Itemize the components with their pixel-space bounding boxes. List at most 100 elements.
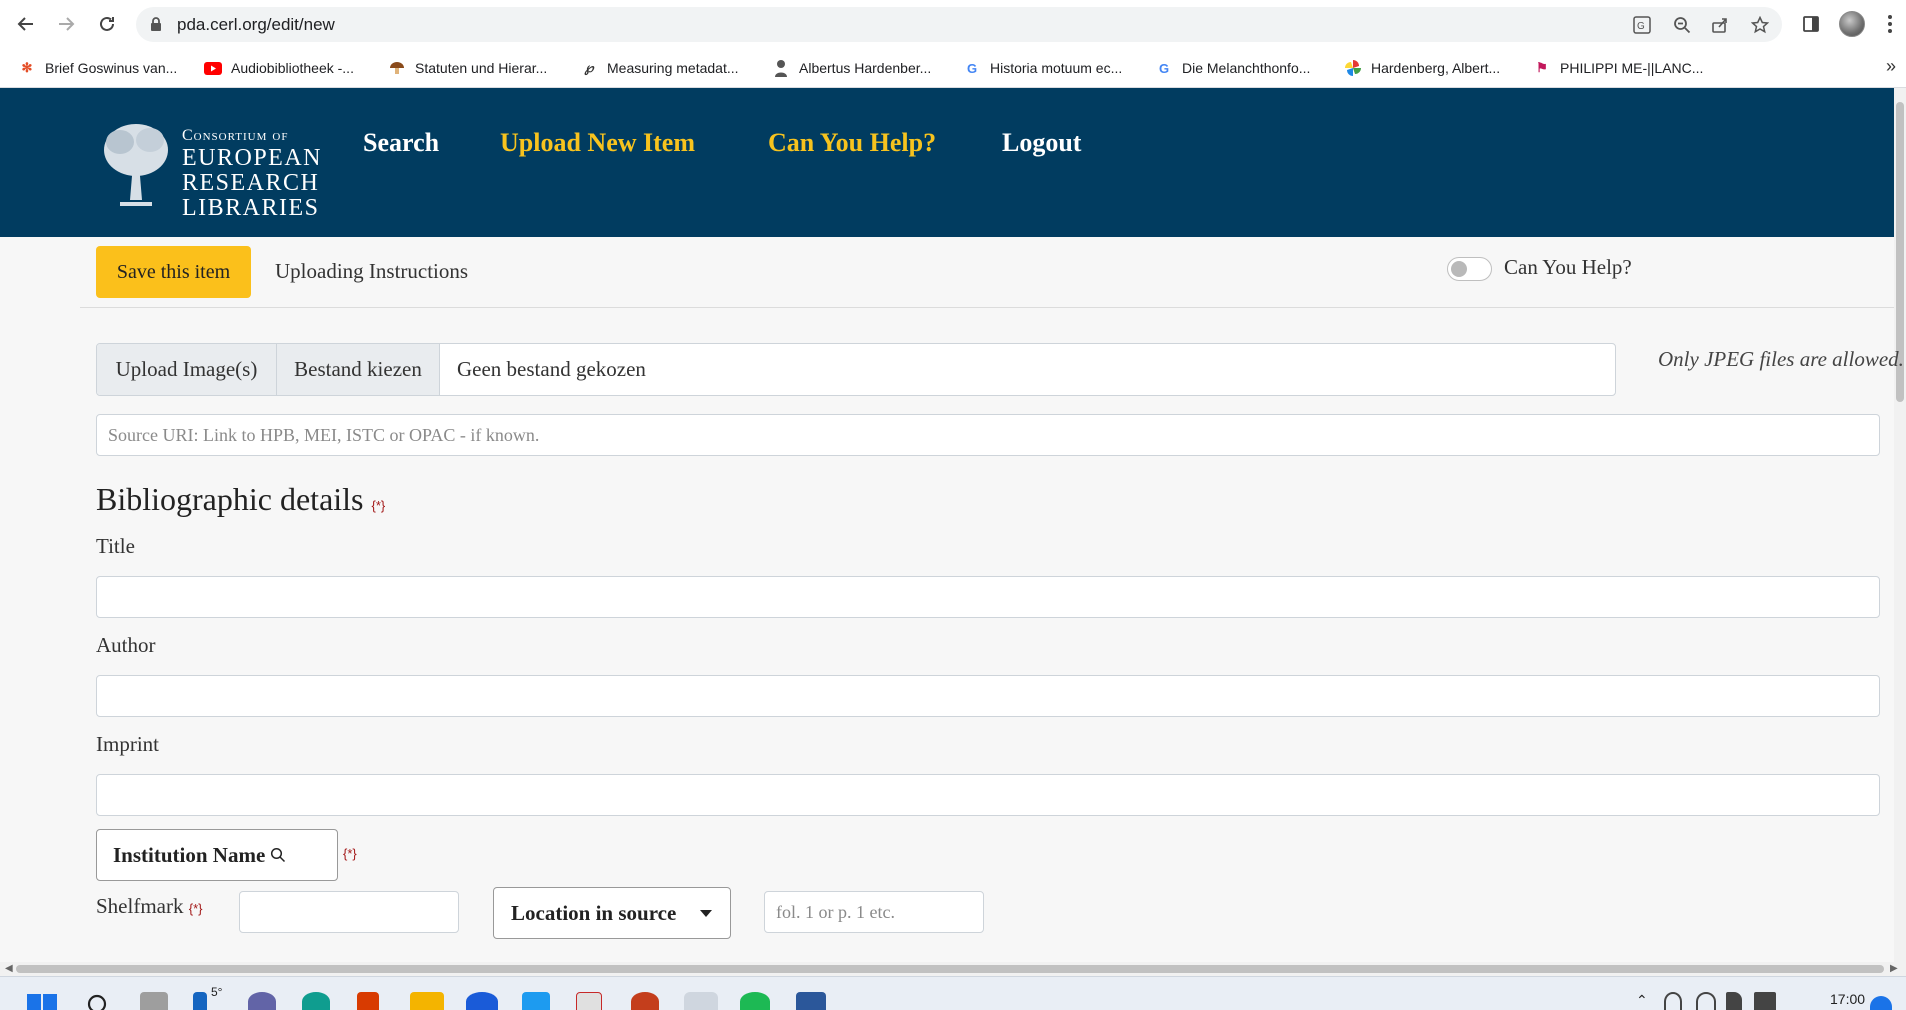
temperature: 5° — [211, 985, 223, 999]
bookmark-item[interactable]: ⚑ PHILIPPI ME-||LANC... — [1533, 58, 1703, 78]
bibliographic-details-heading: Bibliographic details {*} — [96, 481, 386, 517]
required-marker: {*} — [371, 498, 386, 513]
google-icon: G — [966, 60, 978, 76]
can-you-help-label: Can You Help? — [1504, 255, 1632, 279]
scroll-right-icon[interactable]: ▶ — [1890, 963, 1898, 974]
nav-logout[interactable]: Logout — [1002, 128, 1081, 158]
share-icon[interactable] — [1709, 15, 1731, 35]
reload-button[interactable] — [93, 10, 121, 38]
scroll-left-icon[interactable]: ◀ — [5, 963, 13, 974]
wifi-icon[interactable] — [1696, 992, 1716, 1010]
portrait-icon — [772, 59, 790, 77]
youtube-icon — [204, 59, 222, 77]
location-in-source-dropdown[interactable]: Location in source — [493, 887, 731, 939]
nav-upload-new-item[interactable]: Upload New Item — [500, 128, 695, 158]
snipping-tool-icon[interactable] — [576, 992, 602, 1010]
logo-wordmark: Consortium of EUROPEAN RESEARCH LIBRARIE… — [182, 127, 323, 221]
twitter-icon[interactable] — [522, 992, 550, 1010]
zoom-icon[interactable] — [466, 992, 498, 1010]
star-icon[interactable] — [1749, 15, 1771, 35]
bookmark-item[interactable]: Hardenberg, Albert... — [1344, 58, 1500, 78]
ribbon-icon: ⚑ — [1536, 60, 1548, 75]
source-uri-input[interactable] — [96, 414, 1880, 456]
bookmarks-overflow-button[interactable]: » — [1886, 56, 1896, 77]
required-marker: {*} — [343, 846, 357, 861]
powerpoint-icon[interactable] — [631, 992, 659, 1010]
nav-can-you-help[interactable]: Can You Help? — [768, 128, 936, 158]
edit-form: Save this item Uploading Instructions Ca… — [0, 237, 1904, 962]
volume-icon[interactable] — [1726, 992, 1742, 1010]
can-you-help-toggle[interactable] — [1447, 257, 1492, 281]
file-status[interactable]: Geen bestand gekozen — [440, 344, 1615, 395]
nav-search[interactable]: Search — [363, 128, 439, 158]
uploading-instructions-link[interactable]: Uploading Instructions — [275, 259, 468, 284]
word-icon[interactable] — [796, 992, 826, 1010]
image-upload-group: Upload Image(s) Bestand kiezen Geen best… — [96, 343, 1616, 396]
forward-button[interactable] — [52, 10, 80, 38]
title-input[interactable] — [96, 576, 1880, 618]
side-panel-icon[interactable] — [1797, 10, 1825, 38]
office-icon[interactable] — [357, 992, 379, 1010]
pinwheel-icon — [1344, 59, 1362, 77]
title-label: Title — [96, 534, 135, 558]
sync-icon[interactable] — [1664, 992, 1682, 1010]
clock-time: 17:00 — [1830, 991, 1866, 1007]
cerl-logo[interactable]: Consortium of EUROPEAN RESEARCH LIBRARIE… — [100, 120, 321, 221]
bookmark-item[interactable]: Audiobibliotheek -... — [204, 58, 354, 78]
bookmark-item[interactable]: Albertus Hardenber... — [772, 58, 931, 78]
bookmark-item[interactable]: ℘ Measuring metadat... — [580, 58, 738, 78]
browser-toolbar: pda.cerl.org/edit/new G — [0, 0, 1906, 48]
author-input[interactable] — [96, 675, 1880, 717]
battery-icon[interactable] — [1754, 992, 1776, 1010]
url-text: pda.cerl.org/edit/new — [177, 15, 335, 34]
svg-text:G: G — [1637, 21, 1645, 32]
location-detail-input[interactable] — [764, 891, 984, 933]
windows-taskbar: 5° ⌃ 17:00 — [0, 976, 1906, 1010]
zoom-icon[interactable] — [1671, 15, 1693, 35]
windows-start-icon[interactable] — [27, 994, 57, 1010]
toggle-knob — [1451, 261, 1467, 277]
bookmark-item[interactable]: ✻ Brief Goswinus van... — [18, 58, 178, 78]
notification-badge[interactable] — [1870, 996, 1892, 1010]
lock-icon — [151, 17, 161, 31]
joomla-icon: ✻ — [21, 60, 33, 75]
bookmarks-bar: ✻ Brief Goswinus van... Audiobibliotheek … — [0, 48, 1906, 88]
address-bar[interactable]: pda.cerl.org/edit/new G — [136, 7, 1782, 42]
task-view-icon[interactable] — [140, 992, 168, 1010]
file-explorer-icon[interactable] — [410, 992, 444, 1010]
edge-icon[interactable] — [302, 992, 330, 1010]
reload-icon — [100, 16, 114, 31]
shelfmark-label: Shelfmark {*} — [96, 894, 203, 918]
site-header: Consortium of EUROPEAN RESEARCH LIBRARIE… — [0, 88, 1894, 237]
caret-down-icon — [700, 910, 712, 917]
bookmark-item[interactable]: G Historia motuum ec... — [963, 58, 1122, 78]
institution-name-button[interactable]: Institution Name — [96, 829, 338, 881]
save-item-button[interactable]: Save this item — [96, 246, 251, 298]
author-label: Author — [96, 633, 156, 657]
weather-icon[interactable] — [193, 992, 207, 1010]
bookmark-item[interactable]: Statuten und Hierar... — [388, 58, 547, 78]
tray-chevron-icon[interactable]: ⌃ — [1636, 992, 1648, 1009]
horizontal-scrollbar[interactable]: ◀ ▶ — [0, 962, 1906, 976]
imprint-input[interactable] — [96, 774, 1880, 816]
bookmark-item[interactable]: G Die Melanchthonfo... — [1155, 58, 1310, 78]
choose-file-button[interactable]: Bestand kiezen — [277, 344, 440, 395]
vertical-scrollbar[interactable] — [1894, 88, 1906, 962]
scrollbar-thumb[interactable] — [16, 965, 1884, 973]
menu-kebab-icon[interactable] — [1876, 10, 1904, 38]
required-marker: {*} — [188, 901, 203, 916]
shelfmark-input[interactable] — [239, 891, 459, 933]
teams-icon[interactable] — [248, 992, 276, 1010]
chrome-icon[interactable] — [684, 992, 718, 1010]
arrow-right-icon — [59, 17, 75, 31]
imprint-label: Imprint — [96, 732, 159, 756]
search-icon[interactable] — [86, 993, 110, 1010]
upload-images-label: Upload Image(s) — [97, 344, 277, 395]
translate-icon[interactable]: G — [1631, 15, 1653, 35]
back-button[interactable] — [12, 10, 40, 38]
mushroom-icon — [388, 59, 406, 77]
toolbar-divider — [80, 307, 1894, 308]
spotify-icon[interactable] — [740, 992, 770, 1010]
profile-avatar[interactable] — [1838, 10, 1866, 38]
jpeg-only-note: Only JPEG files are allowed. — [1658, 347, 1904, 371]
